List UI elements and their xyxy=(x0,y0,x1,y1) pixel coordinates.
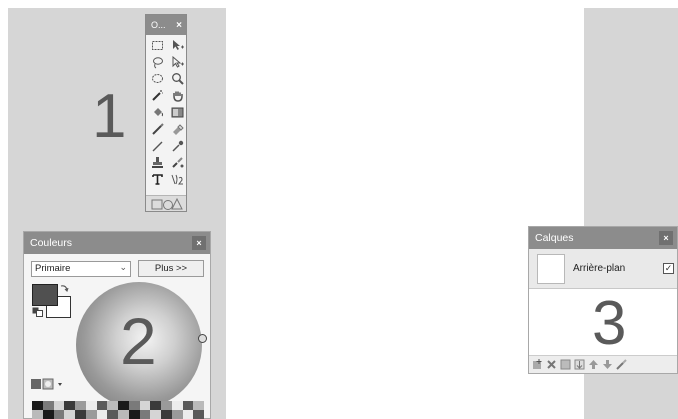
palette-swatch[interactable] xyxy=(96,410,108,419)
palette-swatch[interactable] xyxy=(128,401,140,410)
color-mode-select[interactable]: Primaire ⌄ xyxy=(31,261,131,277)
tools-title: O... xyxy=(151,20,166,30)
paint-workspace: 1 O... × Couleurs × Primaire ⌄ Plus >> 2… xyxy=(0,0,678,419)
layer-visibility-checkbox[interactable]: ✓ xyxy=(663,263,674,274)
palette-swatch[interactable] xyxy=(161,401,172,410)
layers-title: Calques xyxy=(535,232,574,244)
palette-swatch[interactable] xyxy=(53,410,65,419)
move-up-icon[interactable] xyxy=(588,359,599,370)
palette-swatch[interactable] xyxy=(42,410,54,419)
colors-titlebar[interactable]: Couleurs × xyxy=(24,232,210,254)
tools-titlebar[interactable]: O... × xyxy=(146,15,186,35)
palette-swatch[interactable] xyxy=(193,410,204,419)
chevron-down-icon: ⌄ xyxy=(119,262,127,272)
tools-close-button[interactable]: × xyxy=(176,20,182,31)
text-icon[interactable] xyxy=(147,171,167,188)
palette-swatch[interactable] xyxy=(118,401,129,410)
layers-titlebar[interactable]: Calques × xyxy=(529,227,677,249)
palette-swatch[interactable] xyxy=(42,401,54,410)
label-one: 1 xyxy=(92,82,127,151)
lasso-select-icon[interactable] xyxy=(147,54,167,71)
palette-swatch[interactable] xyxy=(32,401,43,410)
layers-close-button[interactable]: × xyxy=(659,231,673,245)
palette-swatch[interactable] xyxy=(64,410,75,419)
swap-colors-icon[interactable] xyxy=(60,284,69,293)
paint-bucket-icon[interactable] xyxy=(147,104,167,121)
colors-window: Couleurs × Primaire ⌄ Plus >> 2 xyxy=(23,231,211,419)
layer-name: Arrière-plan xyxy=(573,263,626,274)
palette-swatch[interactable] xyxy=(32,410,43,419)
palette-swatch[interactable] xyxy=(75,410,86,419)
label-two: 2 xyxy=(120,304,157,378)
pencil-icon[interactable] xyxy=(147,138,167,155)
palette-swatch[interactable] xyxy=(85,401,97,410)
gradient-icon[interactable] xyxy=(167,104,187,121)
color-picker-icon[interactable] xyxy=(167,138,187,155)
layer-thumbnail xyxy=(537,254,565,284)
move-selected-pixels-icon[interactable] xyxy=(167,37,187,54)
layers-toolbar xyxy=(529,355,677,373)
delete-layer-icon[interactable] xyxy=(546,359,557,370)
more-button[interactable]: Plus >> xyxy=(138,260,204,277)
palette-swatch[interactable] xyxy=(118,410,129,419)
palette-swatch[interactable] xyxy=(171,410,183,419)
palette-swatch[interactable] xyxy=(96,401,108,410)
palette-swatch[interactable] xyxy=(107,410,118,419)
layers-window: Calques × Arrière-plan ✓ 3 xyxy=(528,226,678,374)
palette-swatch[interactable] xyxy=(161,410,172,419)
move-down-icon[interactable] xyxy=(602,359,613,370)
colors-close-button[interactable]: × xyxy=(192,236,206,250)
color-wheel-handle[interactable] xyxy=(198,334,207,343)
reset-colors-icon[interactable] xyxy=(32,307,44,317)
merge-layer-icon[interactable] xyxy=(574,359,585,370)
rectangle-select-icon[interactable] xyxy=(147,37,167,54)
palette-swatch[interactable] xyxy=(75,401,86,410)
add-layer-icon[interactable] xyxy=(532,359,543,370)
palette-swatch[interactable] xyxy=(182,410,194,419)
colors-title: Couleurs xyxy=(30,237,73,249)
line-curve-icon[interactable] xyxy=(167,171,187,188)
move-selection-icon[interactable] xyxy=(167,54,187,71)
label-three: 3 xyxy=(592,289,627,358)
magic-wand-icon[interactable] xyxy=(147,87,167,104)
palette-swatch[interactable] xyxy=(171,401,183,410)
recolor-icon[interactable] xyxy=(167,155,187,172)
pan-icon[interactable] xyxy=(167,87,187,104)
palette-swatch[interactable] xyxy=(139,401,151,410)
eraser-icon[interactable] xyxy=(167,121,187,138)
layer-row[interactable]: Arrière-plan ✓ xyxy=(529,249,677,289)
palette-swatch[interactable] xyxy=(85,410,97,419)
palette-swatch[interactable] xyxy=(107,401,118,410)
palette-swatch[interactable] xyxy=(150,410,161,419)
shapes-tool[interactable] xyxy=(146,195,186,211)
tools-grid xyxy=(146,35,186,188)
tools-window: O... × xyxy=(145,14,187,212)
color-mode-value: Primaire xyxy=(35,263,71,274)
palette-swatch[interactable] xyxy=(150,401,161,410)
palette-swatch[interactable] xyxy=(182,401,194,410)
ellipse-select-icon[interactable] xyxy=(147,71,167,88)
palette-swatch[interactable] xyxy=(193,401,204,410)
color-palette[interactable] xyxy=(32,401,204,419)
palette-swatch[interactable] xyxy=(53,401,65,410)
palette-swatch[interactable] xyxy=(128,410,140,419)
clone-stamp-icon[interactable] xyxy=(147,155,167,172)
palette-swatch[interactable] xyxy=(64,401,75,410)
color-mode-icons[interactable] xyxy=(31,378,71,390)
primary-color-swatch[interactable] xyxy=(32,284,58,306)
properties-icon[interactable] xyxy=(616,359,627,370)
paintbrush-icon[interactable] xyxy=(147,121,167,138)
duplicate-layer-icon[interactable] xyxy=(560,359,571,370)
zoom-icon[interactable] xyxy=(167,71,187,88)
palette-swatch[interactable] xyxy=(139,410,151,419)
